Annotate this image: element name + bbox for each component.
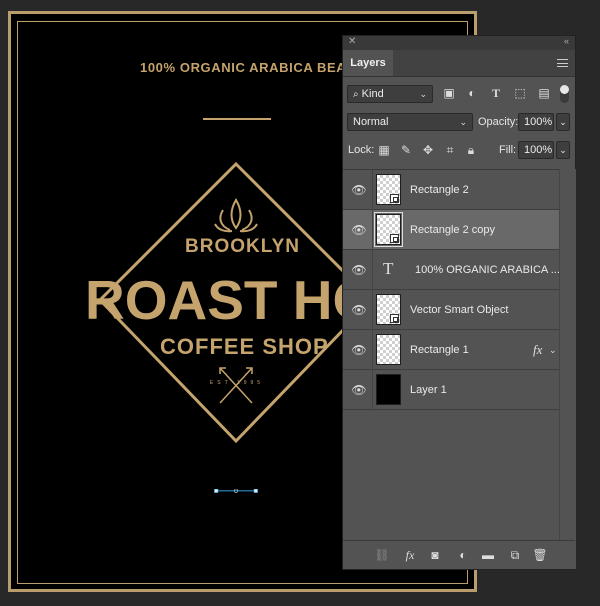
layer-row[interactable]: 👁︎ Vector Smart Object	[343, 290, 559, 330]
lock-label: Lock:	[348, 144, 375, 156]
layers-panel: ✕ « Layers ⌕ Kind ⌄ ▣ ◐ T ⬚ ▤ Normal ⌄ O…	[342, 35, 576, 570]
layer-name[interactable]: Rectangle 2	[410, 170, 469, 210]
fill-dropdown-button[interactable]: ⌄	[556, 141, 570, 159]
chevron-down-icon[interactable]: ⌄	[549, 330, 557, 370]
filter-toggle-switch[interactable]	[560, 85, 569, 103]
layers-list: 👁︎ Rectangle 2 👁︎ Rectangle 2 copy 👁︎ T …	[343, 169, 560, 411]
search-icon: ⌕	[353, 89, 359, 100]
logo-coffee-shop-text: COFFEE SHOP	[160, 334, 329, 359]
coffee-leaves-icon	[214, 198, 258, 233]
fx-icon[interactable]: fx	[402, 547, 418, 563]
double-chevron-icon[interactable]: «	[564, 36, 569, 46]
type-layer-icon: T	[383, 259, 394, 278]
filter-kind-select[interactable]: ⌕ Kind ⌄	[347, 85, 433, 103]
blend-opacity-row: Normal ⌄ Opacity: 100% ⌄	[343, 113, 575, 131]
lock-image-pixels-icon[interactable]: ✎	[399, 141, 413, 159]
layer-name[interactable]: Layer 1	[410, 370, 447, 410]
opacity-value: 100%	[524, 116, 553, 128]
smart-object-filter-icon[interactable]: ▤	[537, 85, 551, 101]
eye-visibility-icon[interactable]: 👁︎	[351, 343, 367, 357]
panel-menu-icon[interactable]	[557, 59, 568, 67]
layer-name[interactable]: Rectangle 2 copy	[410, 210, 495, 250]
blend-mode-value: Normal	[353, 116, 389, 128]
row-divider	[372, 290, 373, 330]
shape-badge-icon	[390, 194, 399, 203]
new-layer-icon[interactable]: ⧉	[507, 547, 523, 563]
logo-brooklyn-text: BROOKLYN	[185, 236, 300, 257]
eye-visibility-icon[interactable]: 👁︎	[351, 303, 367, 317]
layer-thumbnail	[376, 294, 401, 325]
lock-fill-row: Lock: ▦ ✎ ✥ ⌗ 🔒︎ Fill: 100% ⌄	[343, 141, 575, 159]
layers-scrollbar[interactable]	[559, 169, 576, 569]
eye-visibility-icon[interactable]: 👁︎	[351, 223, 367, 237]
transform-handle-left	[214, 489, 219, 493]
layer-row[interactable]: 👁︎ Rectangle 2	[343, 170, 559, 210]
layer-name[interactable]: 100% ORGANIC ARABICA ...	[415, 250, 560, 290]
fill-input[interactable]: 100%	[518, 141, 554, 159]
shape-filter-icon[interactable]: ⬚	[513, 85, 527, 101]
filter-row: ⌕ Kind ⌄ ▣ ◐ T ⬚ ▤	[343, 85, 575, 103]
trash-icon[interactable]: 🗑︎	[532, 547, 548, 563]
folder-icon[interactable]: ▬	[480, 547, 496, 563]
image-filter-icon[interactable]: ▣	[442, 85, 456, 101]
gold-divider-line	[203, 118, 271, 120]
row-divider	[372, 170, 373, 210]
layer-thumbnail	[376, 174, 401, 205]
mask-icon[interactable]: ◙	[427, 547, 443, 563]
layers-bottom-toolbar: ⛓︎ fx ◙ ◐ ▬ ⧉ 🗑︎	[343, 540, 575, 569]
chevron-down-icon: ⌄	[419, 89, 427, 99]
chevron-down-icon: ⌄	[559, 145, 567, 155]
adjustment-icon[interactable]: ◐	[455, 547, 471, 563]
adjustment-filter-icon[interactable]: ◐	[465, 85, 479, 101]
fill-value: 100%	[524, 144, 553, 156]
tagline-text: 100% ORGANIC ARABICA BEANS	[140, 60, 366, 75]
row-divider	[372, 250, 373, 290]
lock-transparent-pixels-icon[interactable]: ▦	[377, 141, 391, 159]
opacity-input[interactable]: 100%	[518, 113, 554, 131]
eye-visibility-icon[interactable]: 👁︎	[351, 263, 367, 277]
blend-mode-select[interactable]: Normal ⌄	[347, 113, 473, 131]
panel-tab-bar: Layers	[343, 50, 575, 77]
layer-thumbnail	[374, 212, 403, 247]
link-icon[interactable]: ⛓︎	[374, 547, 390, 563]
shape-badge-icon	[390, 234, 399, 243]
close-icon[interactable]: ✕	[348, 36, 356, 47]
logo-est-text: EST 1995	[209, 380, 265, 386]
chevron-down-icon: ⌄	[459, 117, 467, 127]
type-filter-icon[interactable]: T	[489, 85, 503, 101]
layer-effects-icon[interactable]: fx	[533, 330, 542, 370]
smart-object-badge-icon	[390, 314, 399, 323]
layer-thumbnail	[376, 374, 401, 405]
transform-handle-right	[253, 489, 258, 493]
panel-title-bar: ✕ «	[343, 36, 575, 50]
filter-kind-label: Kind	[361, 88, 384, 100]
row-divider	[372, 330, 373, 370]
chevron-down-icon: ⌄	[559, 117, 567, 127]
lock-artboard-icon[interactable]: ⌗	[443, 141, 457, 159]
row-divider	[372, 210, 373, 250]
row-divider	[372, 370, 373, 410]
lock-position-icon[interactable]: ✥	[421, 141, 435, 159]
eye-visibility-icon[interactable]: 👁︎	[351, 183, 367, 197]
layer-row[interactable]: 👁︎ Rectangle 1 fx ⌄	[343, 330, 559, 370]
fill-label: Fill:	[499, 144, 517, 156]
selection-bounding-box[interactable]	[201, 489, 271, 495]
layer-name[interactable]: Vector Smart Object	[410, 290, 508, 330]
layer-row[interactable]: 👁︎ Layer 1	[343, 370, 559, 410]
layer-name[interactable]: Rectangle 1	[410, 330, 469, 370]
opacity-label: Opacity:	[478, 116, 519, 128]
layer-row[interactable]: 👁︎ T 100% ORGANIC ARABICA ...	[343, 250, 560, 290]
lock-all-icon[interactable]: 🔒︎	[464, 141, 478, 159]
layer-thumbnail	[376, 334, 401, 365]
tab-layers[interactable]: Layers	[343, 50, 393, 76]
opacity-dropdown-button[interactable]: ⌄	[556, 113, 570, 131]
eye-visibility-icon[interactable]: 👁︎	[351, 383, 367, 397]
layer-row-selected[interactable]: 👁︎ Rectangle 2 copy	[343, 210, 559, 250]
